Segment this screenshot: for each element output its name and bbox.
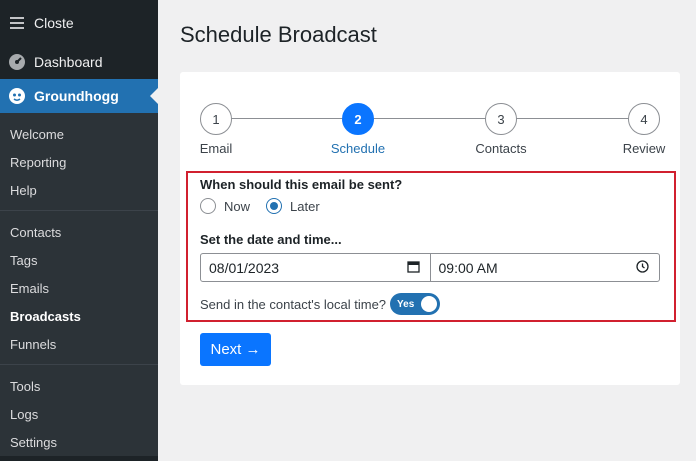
sidebar-item-settings[interactable]: Settings (0, 428, 158, 456)
step-number: 1 (200, 103, 232, 135)
step-label: Email (199, 141, 233, 156)
sidebar-item-label: Dashboard (34, 54, 103, 70)
step-progress: 1 Email 2 Schedule 3 Contacts 4 Review (200, 103, 666, 156)
calendar-icon[interactable] (406, 260, 420, 276)
sidebar-item-welcome[interactable]: Welcome (0, 120, 158, 148)
sidebar-item-logs[interactable]: Logs (0, 400, 158, 428)
page-title: Schedule Broadcast (180, 22, 377, 47)
dashboard-gauge-icon (8, 53, 26, 71)
clock-icon[interactable] (636, 259, 649, 276)
sidebar-item-tags[interactable]: Tags (0, 246, 158, 274)
sidebar-item-dashboard[interactable]: Dashboard (0, 45, 158, 79)
time-value: 09:00 AM (438, 259, 498, 276)
step-label: Schedule (330, 141, 386, 156)
toggle-label: Yes (397, 298, 415, 310)
datetime-input-group: 08/01/2023 09:00 AM (200, 253, 660, 282)
sidebar-item-label: Closte (34, 14, 74, 31)
datetime-label: Set the date and time... (200, 232, 342, 247)
sidebar-item-groundhogg[interactable]: Groundhogg (0, 79, 158, 113)
send-time-radio-group: Now Later (200, 198, 336, 214)
step-schedule[interactable]: 2 Schedule (328, 103, 388, 156)
radio-later[interactable] (266, 198, 283, 214)
sidebar-item-emails[interactable]: Emails (0, 274, 158, 302)
radio-option-later[interactable]: Later (266, 198, 320, 214)
step-label: Contacts (475, 141, 527, 156)
sidebar-submenu: Welcome Reporting Help Contacts Tags Ema… (0, 113, 158, 456)
admin-sidebar: Closte Dashboard Groundhogg Welcome Repo… (0, 0, 158, 461)
sidebar-divider (0, 210, 158, 211)
step-review[interactable]: 4 Review (614, 103, 674, 156)
send-time-question: When should this email be sent? (200, 177, 403, 192)
local-time-row: Send in the contact's local time? Yes (200, 293, 441, 315)
step-number: 2 (342, 103, 374, 135)
sidebar-item-label: Groundhogg (34, 88, 119, 104)
schedule-options-box: When should this email be sent? Now Late… (186, 171, 676, 322)
schedule-card: 1 Email 2 Schedule 3 Contacts 4 Review W… (180, 72, 680, 385)
sidebar-divider (0, 364, 158, 365)
sidebar-item-tools[interactable]: Tools (0, 372, 158, 400)
menu-icon (10, 16, 24, 29)
date-value: 08/01/2023 (209, 259, 280, 276)
local-time-label: Send in the contact's local time? (200, 296, 387, 312)
radio-option-now[interactable]: Now (200, 198, 250, 214)
step-number: 3 (485, 103, 517, 135)
toggle-knob (421, 296, 438, 312)
groundhogg-logo-icon (8, 87, 26, 105)
step-contacts[interactable]: 3 Contacts (471, 103, 531, 156)
sidebar-item-reporting[interactable]: Reporting (0, 148, 158, 176)
date-input[interactable]: 08/01/2023 (201, 254, 430, 281)
radio-label: Later (290, 198, 320, 214)
sidebar-item-broadcasts[interactable]: Broadcasts (0, 302, 158, 330)
sidebar-item-closte[interactable]: Closte (0, 0, 158, 45)
stepper-line (216, 118, 650, 119)
sidebar-item-contacts[interactable]: Contacts (0, 218, 158, 246)
next-button[interactable]: Next → (200, 333, 271, 366)
radio-label: Now (224, 198, 251, 214)
local-time-toggle[interactable]: Yes (390, 293, 441, 315)
time-input[interactable]: 09:00 AM (429, 254, 660, 281)
sidebar-item-help[interactable]: Help (0, 176, 158, 204)
step-number: 4 (628, 103, 660, 135)
sidebar-item-funnels[interactable]: Funnels (0, 330, 158, 358)
radio-now[interactable] (200, 198, 216, 214)
step-label: Review (622, 141, 666, 156)
step-email[interactable]: 1 Email (186, 103, 246, 156)
